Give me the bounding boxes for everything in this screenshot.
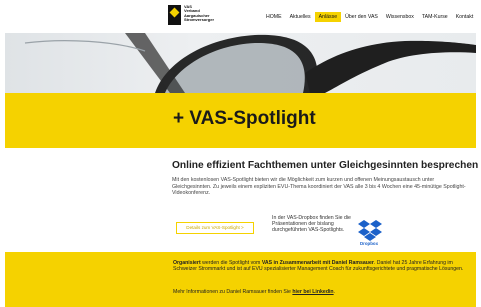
section-heading: Online effizient Fachthemen unter Gleich… bbox=[172, 160, 479, 171]
nav-item-ueber-den-vas[interactable]: Über den VAS bbox=[341, 12, 382, 22]
page-title: + VAS-Spotlight bbox=[173, 108, 316, 129]
organizer-bold-2: VAS in Zusammenarbeit mit Daniel Ramsaue… bbox=[261, 260, 374, 266]
main-nav: HOME Aktuelles Anlässe Über den VAS Wiss… bbox=[262, 12, 477, 22]
dropbox-icon[interactable] bbox=[358, 219, 382, 241]
nav-item-tam-kurse[interactable]: TAM-Kurse bbox=[418, 12, 452, 22]
more-info-text: Mehr Informationen zu Daniel Ramsauer fi… bbox=[173, 289, 293, 295]
hero-image bbox=[5, 33, 476, 93]
vas-logo[interactable]: VAS Verband Aargauischer Stromversorger bbox=[168, 4, 215, 25]
logo-text: VAS Verband Aargauischer Stromversorger bbox=[184, 4, 215, 23]
main-content: Online effizient Fachthemen unter Gleich… bbox=[172, 160, 479, 197]
more-info: Mehr Informationen zu Daniel Ramsauer fi… bbox=[173, 289, 335, 295]
nav-item-wissensbox[interactable]: Wissensbox bbox=[382, 12, 418, 22]
nav-item-kontakt[interactable]: Kontakt bbox=[452, 12, 478, 22]
dropbox-label[interactable]: Dropbox bbox=[360, 241, 378, 246]
nav-item-anlaesse[interactable]: Anlässe bbox=[314, 12, 342, 22]
intro-paragraph: Mit den kostenlosen VAS-Spotlight bieten… bbox=[172, 177, 466, 197]
dropbox-description: In der VAS-Dropbox finden Sie die Präsen… bbox=[272, 215, 351, 233]
spotlight-band: + VAS-Spotlight bbox=[5, 93, 476, 148]
organizer-text-1: werden die Spotlight vom bbox=[200, 260, 262, 266]
glasses-image-icon bbox=[24, 33, 476, 93]
vas-logo-mark-icon bbox=[168, 5, 181, 25]
nav-item-aktuelles[interactable]: Aktuelles bbox=[286, 12, 315, 22]
organizer-text: Organisiert werden die Spotlight vom VAS… bbox=[173, 260, 473, 273]
linkedin-link[interactable]: hier bei Linkedin bbox=[292, 289, 333, 295]
site-header: VAS Verband Aargauischer Stromversorger … bbox=[0, 0, 481, 33]
more-info-end: . bbox=[333, 289, 336, 295]
organizer-bold-1: Organisiert bbox=[173, 260, 201, 266]
logo-line-4: Stromversorger bbox=[184, 17, 215, 23]
organizer-band: Organisiert werden die Spotlight vom VAS… bbox=[5, 252, 476, 307]
nav-item-home[interactable]: HOME bbox=[262, 12, 286, 22]
details-button[interactable]: Details zum VAS-Spotlight > bbox=[176, 222, 254, 234]
